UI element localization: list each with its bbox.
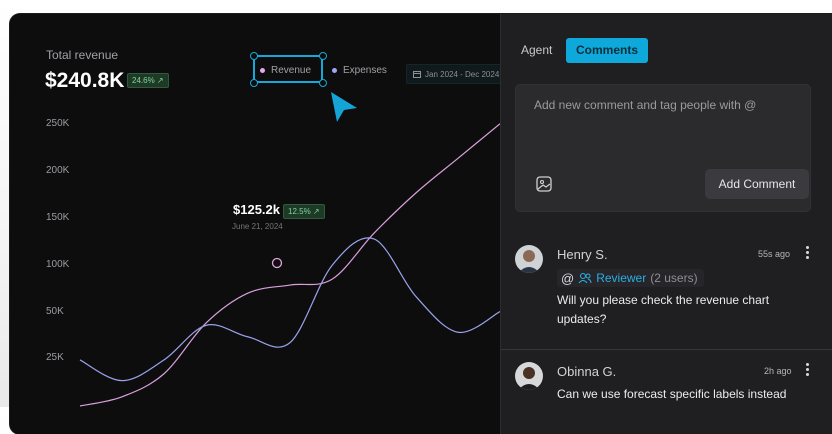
avatar: [515, 245, 543, 273]
at-symbol: @: [561, 270, 575, 286]
tab-agent[interactable]: Agent: [511, 38, 562, 63]
comment-text: Can we use forecast specific labels inst…: [557, 387, 787, 401]
app-window: Total revenue $240.8K 24.6% ↗ Revenue Ex…: [10, 14, 832, 434]
more-options-icon[interactable]: [806, 246, 810, 261]
point-change-badge: 12.5% ↗: [283, 204, 325, 219]
add-comment-button[interactable]: Add Comment: [705, 169, 809, 199]
point-value: $125.2k: [233, 202, 280, 217]
mention-count: (2 users): [650, 271, 698, 285]
point-date: June 21, 2024: [232, 222, 283, 231]
comment-input[interactable]: Add new comment and tag people with @ Ad…: [515, 84, 811, 212]
comment-time: 55s ago: [758, 249, 791, 259]
comment-time: 2h ago: [764, 366, 792, 376]
mention-role: Reviewer: [596, 271, 647, 285]
expenses-series-line: [79, 237, 500, 382]
comments-panel: Agent Comments Add new comment and tag p…: [500, 14, 832, 434]
revenue-chart: Total revenue $240.8K 24.6% ↗ Revenue Ex…: [10, 14, 507, 434]
comment-divider: [501, 349, 832, 350]
users-icon: [578, 272, 592, 284]
avatar: [515, 362, 543, 390]
comment-text: Will you please check the revenue chart …: [557, 293, 770, 326]
more-options-icon[interactable]: [806, 363, 810, 378]
comment-placeholder: Add new comment and tag people with @: [534, 98, 757, 112]
image-icon[interactable]: [536, 176, 552, 192]
mention-tag[interactable]: @ Reviewer (2 users): [557, 269, 704, 287]
comment-author: Obinna G.: [557, 364, 617, 379]
comment-author: Henry S.: [557, 247, 608, 262]
hover-point[interactable]: [271, 257, 283, 269]
tab-comments[interactable]: Comments: [566, 38, 649, 63]
revenue-series-line: [79, 123, 500, 407]
